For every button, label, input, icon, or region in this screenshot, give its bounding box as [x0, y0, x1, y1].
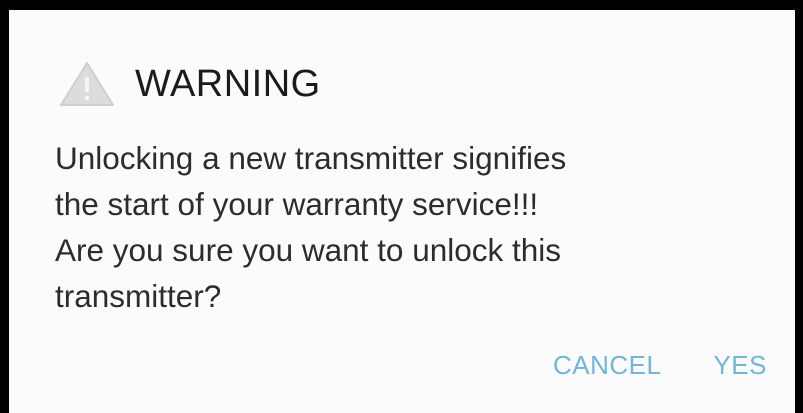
message-line: transmitter?: [55, 278, 222, 314]
dialog-actions: CANCEL YES: [553, 350, 767, 381]
warning-dialog: WARNING Unlocking a new transmitter sign…: [9, 10, 795, 413]
message-line: the start of your warranty service!!!: [55, 186, 539, 222]
warning-triangle-icon: [60, 62, 114, 106]
message-line: Unlocking a new transmitter signifies: [55, 140, 567, 176]
message-line: Are you sure you want to unlock this: [55, 232, 562, 268]
yes-button[interactable]: YES: [713, 350, 767, 381]
dialog-title: WARNING: [135, 62, 321, 105]
dialog-header: WARNING: [59, 54, 321, 114]
cancel-button[interactable]: CANCEL: [553, 350, 661, 381]
dialog-message: Unlocking a new transmitter signifies th…: [55, 135, 775, 319]
